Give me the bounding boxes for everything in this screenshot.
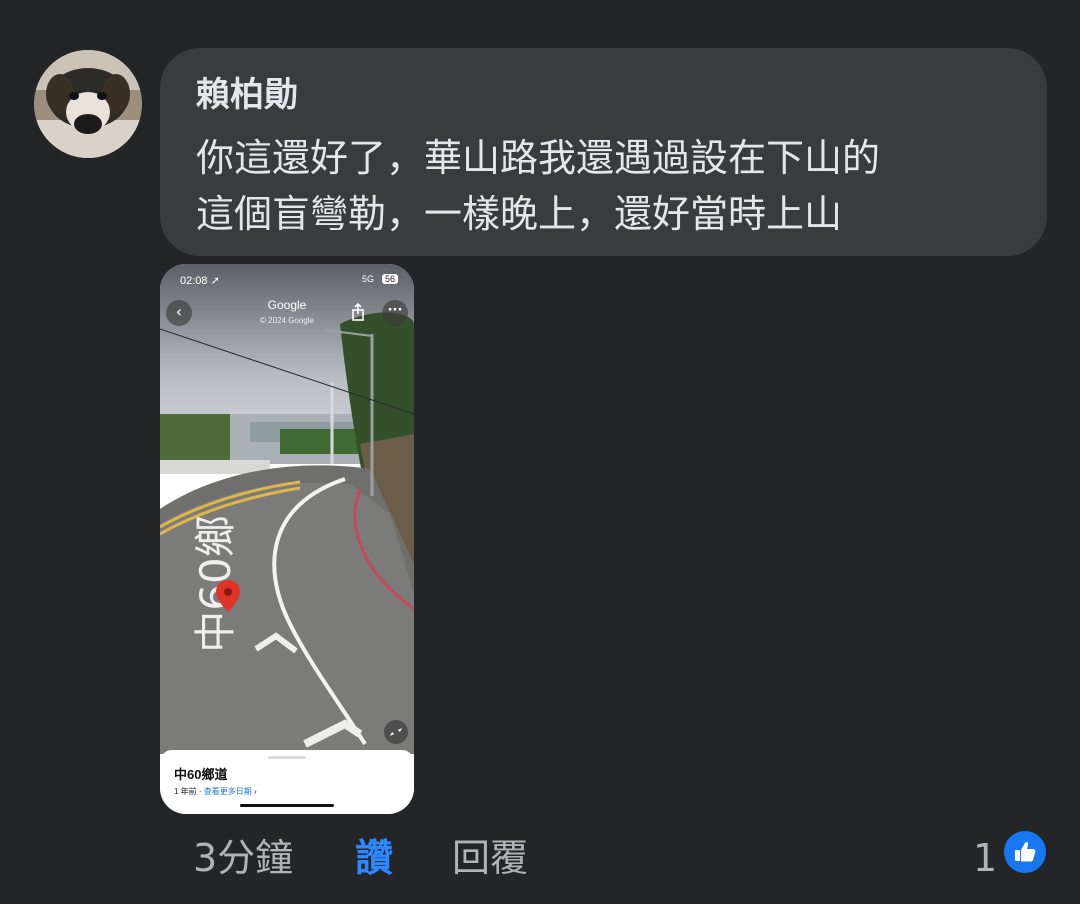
home-indicator bbox=[240, 804, 334, 807]
dog-avatar-icon bbox=[34, 50, 142, 158]
reply-button[interactable]: 回覆 bbox=[452, 832, 528, 884]
phone-status-bar: 02:08 ➚ 5G 56 bbox=[160, 272, 414, 288]
like-button[interactable]: 讚 bbox=[355, 832, 393, 884]
status-network: 5G bbox=[361, 274, 374, 284]
place-name: 中60鄉道 bbox=[174, 767, 228, 782]
more-options-icon: ··· bbox=[382, 300, 408, 326]
status-time: 02:08 ➚ bbox=[180, 275, 220, 287]
avatar[interactable] bbox=[34, 50, 142, 158]
chevron-right-icon: › bbox=[251, 787, 257, 796]
comment-text: 你這還好了，華山路我還遇過設在下山的 這個盲彎勒，一樣晚上，還好當時上山 bbox=[196, 130, 1006, 242]
thumbs-up-icon bbox=[1015, 841, 1036, 862]
comment-bubble: 賴柏勛 你這還好了，華山路我還遇過設在下山的 這個盲彎勒，一樣晚上，還好當時上山 bbox=[160, 48, 1047, 256]
comment-line-1: 你這還好了，華山路我還遇過設在下山的 bbox=[196, 136, 881, 180]
comment-timestamp[interactable]: 3分鐘 bbox=[193, 832, 293, 884]
comment-author[interactable]: 賴柏勛 bbox=[196, 74, 298, 116]
reaction-count[interactable]: 1 bbox=[973, 832, 997, 884]
collapse-icon bbox=[384, 720, 408, 744]
share-icon bbox=[352, 302, 364, 321]
like-reaction-icon[interactable] bbox=[1002, 829, 1048, 875]
status-battery: 56 bbox=[381, 274, 398, 284]
more-dates-link: 查看更多日期 bbox=[203, 787, 252, 796]
place-meta: 1 年前 · 查看更多日期 › bbox=[174, 786, 257, 797]
place-info-sheet: 中60鄉道 1 年前 · 查看更多日期 › bbox=[160, 750, 414, 814]
attached-screenshot[interactable]: 中60鄉 02:08 ➚ 5G 56 ‹ Google © 2024 Googl… bbox=[160, 264, 414, 814]
google-brand: Google bbox=[267, 298, 307, 312]
place-meta-age: 1 年前 · bbox=[174, 787, 204, 796]
comment-actions: 3分鐘 讚 回覆 1 bbox=[0, 832, 1080, 888]
sheet-grabber bbox=[268, 756, 306, 759]
comment-line-2: 這個盲彎勒，一樣晚上，還好當時上山 bbox=[196, 192, 843, 236]
street-view-scene: 中60鄉 bbox=[160, 264, 414, 754]
google-copyright: © 2024 Google bbox=[260, 316, 314, 325]
